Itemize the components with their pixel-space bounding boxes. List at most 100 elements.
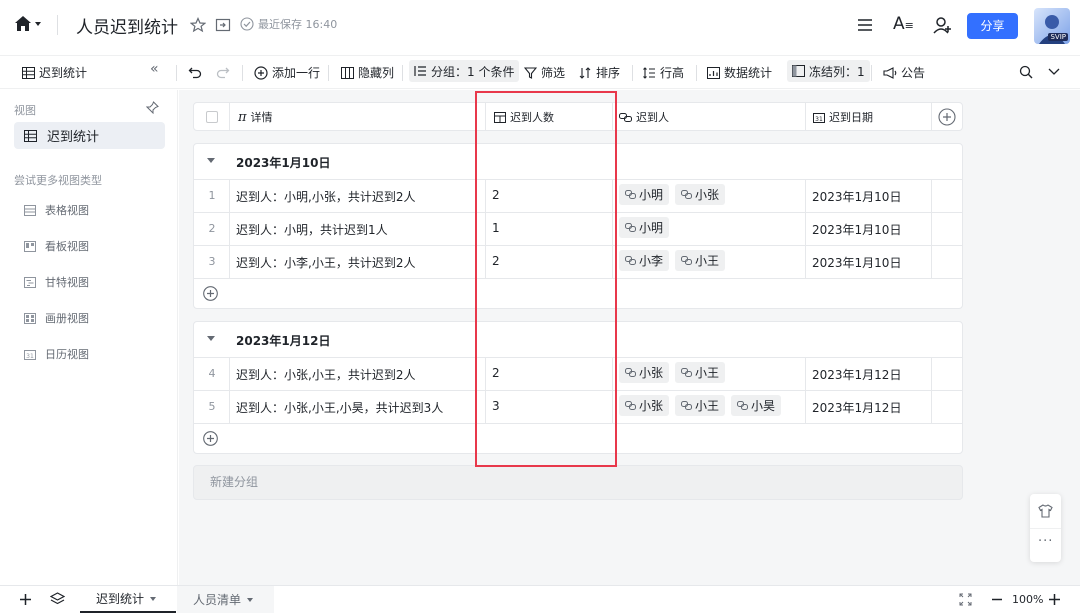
- add-sheet-icon[interactable]: [19, 593, 32, 606]
- document-title[interactable]: 人员迟到统计: [76, 13, 178, 38]
- cell-count[interactable]: 2: [492, 366, 500, 380]
- group-collapse-icon[interactable]: [207, 336, 215, 341]
- current-view-selector[interactable]: 迟到统计: [22, 64, 87, 81]
- sheet-tab-bar: 迟到统计 人员清单 100%: [0, 585, 1080, 613]
- add-collaborator-icon[interactable]: [933, 16, 953, 34]
- more-icon[interactable]: ···: [1038, 534, 1053, 549]
- table-icon: [24, 129, 37, 142]
- column-header-people[interactable]: 迟到人: [619, 103, 669, 131]
- sidebar-item-gantt-view[interactable]: 甘特视图: [24, 274, 89, 290]
- group-button[interactable]: 分组：1 个条件: [409, 60, 520, 82]
- sheet-tab[interactable]: 人员清单: [177, 586, 274, 613]
- cell-detail[interactable]: 迟到人：小明，共计迟到1人: [236, 221, 388, 238]
- hide-columns-button[interactable]: 隐藏列: [341, 64, 394, 81]
- cell-detail[interactable]: 迟到人：小张,小王，共计迟到2人: [236, 366, 415, 383]
- fit-screen-icon[interactable]: [959, 593, 972, 606]
- hide-columns-label: 隐藏列: [358, 66, 395, 80]
- sidebar-section-views: 视图: [14, 104, 36, 117]
- stats-icon: [707, 66, 720, 79]
- sort-label: 排序: [596, 66, 621, 80]
- undo-icon[interactable]: [188, 65, 202, 79]
- cell-date[interactable]: 2023年1月12日: [812, 366, 901, 383]
- sidebar-item-active-view[interactable]: 迟到统计: [14, 122, 165, 149]
- menu-icon[interactable]: [857, 17, 873, 33]
- person-tag[interactable]: 小王: [675, 362, 726, 383]
- zoom-in-icon[interactable]: [1049, 594, 1060, 605]
- cell-date[interactable]: 2023年1月12日: [812, 399, 901, 416]
- cell-date[interactable]: 2023年1月10日: [812, 221, 901, 238]
- new-group-button[interactable]: 新建分组: [193, 465, 963, 500]
- person-tag[interactable]: 小王: [675, 250, 726, 271]
- group-collapse-icon[interactable]: [207, 158, 215, 163]
- sort-button[interactable]: 排序: [579, 64, 620, 81]
- filter-button[interactable]: 筛选: [524, 64, 565, 81]
- redo-icon[interactable]: [216, 65, 230, 79]
- add-row-icon[interactable]: [203, 286, 218, 301]
- cell-date[interactable]: 2023年1月10日: [812, 188, 901, 205]
- chevron-down-icon[interactable]: [1048, 67, 1060, 77]
- sidebar-section-more-views: 尝试更多视图类型: [14, 174, 102, 187]
- cell-count[interactable]: 2: [492, 188, 500, 202]
- sidebar-item-gallery-view[interactable]: 画册视图: [24, 310, 89, 326]
- current-view-name: 迟到统计: [39, 66, 88, 80]
- person-tag[interactable]: 小王: [675, 395, 726, 416]
- sidebar-item-table-view[interactable]: 表格视图: [24, 202, 89, 218]
- cell-detail[interactable]: 迟到人：小明,小张，共计迟到2人: [236, 188, 415, 205]
- row-height-button[interactable]: 行高: [643, 64, 684, 81]
- add-row-button[interactable]: 添加一行: [254, 64, 320, 81]
- sheet-tab-active[interactable]: 迟到统计: [80, 586, 176, 613]
- cell-count[interactable]: 2: [492, 254, 500, 268]
- cell-detail[interactable]: 迟到人：小张,小王,小昊，共计迟到3人: [236, 399, 443, 416]
- cell-people[interactable]: 小明: [619, 217, 675, 238]
- search-icon[interactable]: [1019, 65, 1033, 79]
- person-tag[interactable]: 小昊: [731, 395, 782, 416]
- share-button[interactable]: 分享: [967, 13, 1018, 39]
- cell-date[interactable]: 2023年1月10日: [812, 254, 901, 271]
- cell-detail[interactable]: 迟到人：小李,小王，共计迟到2人: [236, 254, 415, 271]
- column-header-date[interactable]: 31 迟到日期: [813, 103, 873, 131]
- sidebar-item-kanban-view[interactable]: 看板视图: [24, 238, 89, 254]
- svip-badge: SVIP: [1048, 33, 1068, 41]
- person-tag[interactable]: 小明: [619, 217, 670, 238]
- add-row-icon[interactable]: [203, 431, 218, 446]
- column-header-detail[interactable]: π 详情: [238, 103, 273, 131]
- person-tag[interactable]: 小张: [619, 395, 670, 416]
- star-icon[interactable]: [190, 17, 206, 33]
- cell-count[interactable]: 3: [492, 399, 500, 413]
- theme-shirt-icon[interactable]: [1038, 504, 1053, 518]
- row-divider: [194, 278, 962, 279]
- person-tag[interactable]: 小张: [619, 362, 670, 383]
- sidebar-item-calendar-view[interactable]: 31 日历视图: [24, 346, 89, 362]
- zoom-out-icon[interactable]: [992, 598, 1002, 601]
- column-divider: [612, 103, 613, 131]
- text-style-icon[interactable]: A≡: [893, 14, 914, 34]
- add-column-icon[interactable]: [938, 108, 956, 126]
- person-tag[interactable]: 小明: [619, 184, 670, 205]
- select-all-checkbox[interactable]: [206, 103, 218, 131]
- cell-people[interactable]: 小张 小王: [619, 362, 731, 383]
- person-tag[interactable]: 小张: [675, 184, 726, 205]
- home-button[interactable]: [14, 15, 41, 32]
- data-stats-label: 数据统计: [724, 66, 773, 80]
- cell-people[interactable]: 小明 小张: [619, 184, 731, 205]
- cell-people[interactable]: 小李 小王: [619, 250, 731, 271]
- layers-icon[interactable]: [50, 592, 65, 606]
- sheet-tab-label: 人员清单: [193, 593, 242, 607]
- data-stats-button[interactable]: 数据统计: [707, 64, 772, 81]
- avatar[interactable]: SVIP: [1034, 8, 1070, 44]
- cell-count[interactable]: 1: [492, 221, 500, 235]
- collapse-sidebar-icon[interactable]: «: [150, 61, 159, 77]
- announcement-button[interactable]: 公告: [883, 64, 925, 81]
- column-divider: [485, 103, 486, 131]
- freeze-columns-button[interactable]: 冻结列：1: [787, 60, 870, 82]
- header-divider: [57, 15, 58, 35]
- person-tag[interactable]: 小李: [619, 250, 670, 271]
- pin-icon[interactable]: [146, 101, 159, 114]
- column-header-count[interactable]: 迟到人数: [494, 103, 554, 131]
- cell-people[interactable]: 小张 小王 小昊: [619, 395, 787, 416]
- gantt-view-icon: [24, 276, 36, 288]
- saved-check-icon: [240, 17, 254, 31]
- zoom-level: 100%: [1012, 593, 1044, 606]
- move-to-folder-icon[interactable]: [215, 17, 231, 33]
- number-field-icon: [494, 111, 506, 123]
